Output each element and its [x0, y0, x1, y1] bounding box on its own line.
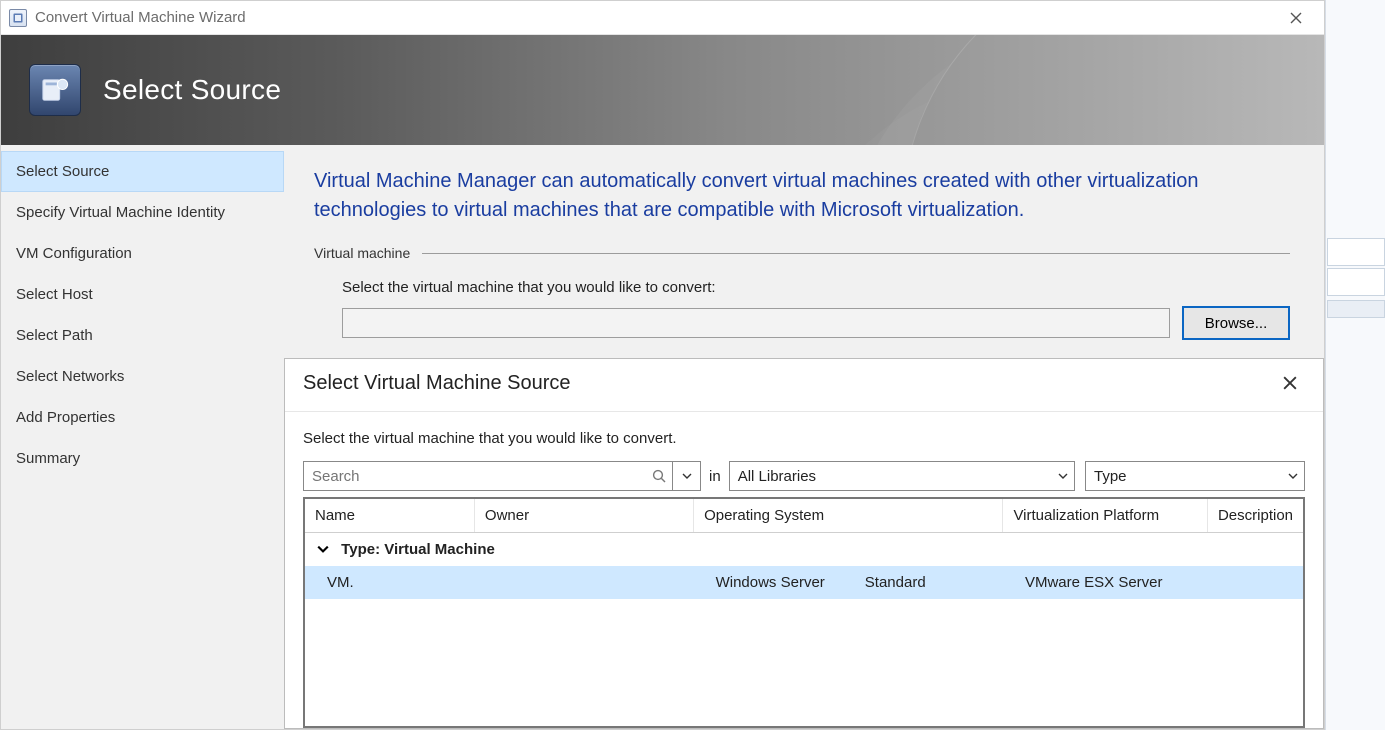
search-filter-row: in All Libraries Type: [303, 461, 1305, 491]
subdialog-instruction: Select the virtual machine that you woul…: [303, 430, 1305, 447]
libraries-value: All Libraries: [738, 468, 1050, 485]
cell-vp: VMware ESX Server: [1003, 566, 1208, 599]
col-desc[interactable]: Description: [1207, 499, 1303, 533]
search-icon: [646, 468, 672, 484]
step-select-source[interactable]: Select Source: [1, 151, 284, 192]
search-box[interactable]: [303, 461, 673, 491]
window-close-button[interactable]: [1274, 1, 1318, 34]
libraries-combo[interactable]: All Libraries: [729, 461, 1075, 491]
group-rule: [422, 253, 1290, 254]
table-row[interactable]: VM. Windows Server Standard: [305, 566, 1303, 599]
table-group-row[interactable]: Type: Virtual Machine: [305, 533, 1303, 567]
cell-os: Windows Server Standard: [694, 566, 1003, 599]
browse-button[interactable]: Browse...: [1182, 306, 1290, 340]
banner-title: Select Source: [103, 74, 281, 106]
group-row-label: Type: Virtual Machine: [341, 541, 495, 558]
col-vp[interactable]: Virtualization Platform: [1003, 499, 1208, 533]
group-label: Virtual machine: [314, 245, 410, 261]
title-bar: Convert Virtual Machine Wizard: [1, 1, 1324, 35]
subdialog-close-button[interactable]: [1273, 369, 1307, 397]
search-options-dropdown[interactable]: [673, 461, 701, 491]
step-specify-identity[interactable]: Specify Virtual Machine Identity: [1, 192, 284, 233]
chevron-down-icon: [317, 542, 329, 559]
wizard-content: Virtual Machine Manager can automaticall…: [284, 145, 1324, 729]
cell-owner: [474, 566, 693, 599]
vm-path-input[interactable]: [342, 308, 1170, 338]
step-select-networks[interactable]: Select Networks: [1, 356, 284, 397]
intro-text: Virtual Machine Manager can automaticall…: [314, 167, 1290, 225]
col-name[interactable]: Name: [305, 499, 474, 533]
col-owner[interactable]: Owner: [474, 499, 693, 533]
col-os[interactable]: Operating System: [694, 499, 1003, 533]
wizard-steps-sidebar: Select Source Specify Virtual Machine Id…: [1, 145, 284, 729]
cell-os-subtype: Standard: [865, 574, 926, 591]
in-label: in: [701, 461, 729, 491]
cell-desc: [1207, 566, 1303, 599]
step-select-host[interactable]: Select Host: [1, 274, 284, 315]
step-vm-configuration[interactable]: VM Configuration: [1, 233, 284, 274]
type-combo[interactable]: Type: [1085, 461, 1305, 491]
vm-table: Name Owner Operating System Virtualizati…: [303, 497, 1305, 728]
app-icon: [9, 9, 27, 27]
step-summary[interactable]: Summary: [1, 438, 284, 479]
cell-name: VM.: [305, 566, 474, 599]
wizard-banner: Select Source: [1, 35, 1324, 145]
search-input[interactable]: [304, 468, 646, 485]
step-select-path[interactable]: Select Path: [1, 315, 284, 356]
background-element: [1327, 268, 1385, 296]
background-element: [1327, 300, 1385, 318]
cell-os-name: Windows Server: [716, 574, 825, 591]
background-element: [1327, 238, 1385, 266]
step-add-properties[interactable]: Add Properties: [1, 397, 284, 438]
type-value: Type: [1094, 468, 1280, 485]
select-vm-instruction: Select the virtual machine that you woul…: [342, 279, 1290, 296]
wizard-icon: [29, 64, 81, 116]
chevron-down-icon: [1058, 468, 1068, 484]
chevron-down-icon: [1288, 468, 1298, 484]
intro-section: Virtual Machine Manager can automaticall…: [284, 145, 1324, 235]
virtual-machine-group: Virtual machine Select the virtual machi…: [284, 235, 1324, 358]
window-title: Convert Virtual Machine Wizard: [35, 9, 246, 26]
table-header-row: Name Owner Operating System Virtualizati…: [305, 499, 1303, 533]
background-strip: [1325, 0, 1385, 730]
select-vm-source-dialog: Select Virtual Machine Source Select the…: [284, 358, 1324, 729]
subdialog-title: Select Virtual Machine Source: [303, 372, 571, 395]
